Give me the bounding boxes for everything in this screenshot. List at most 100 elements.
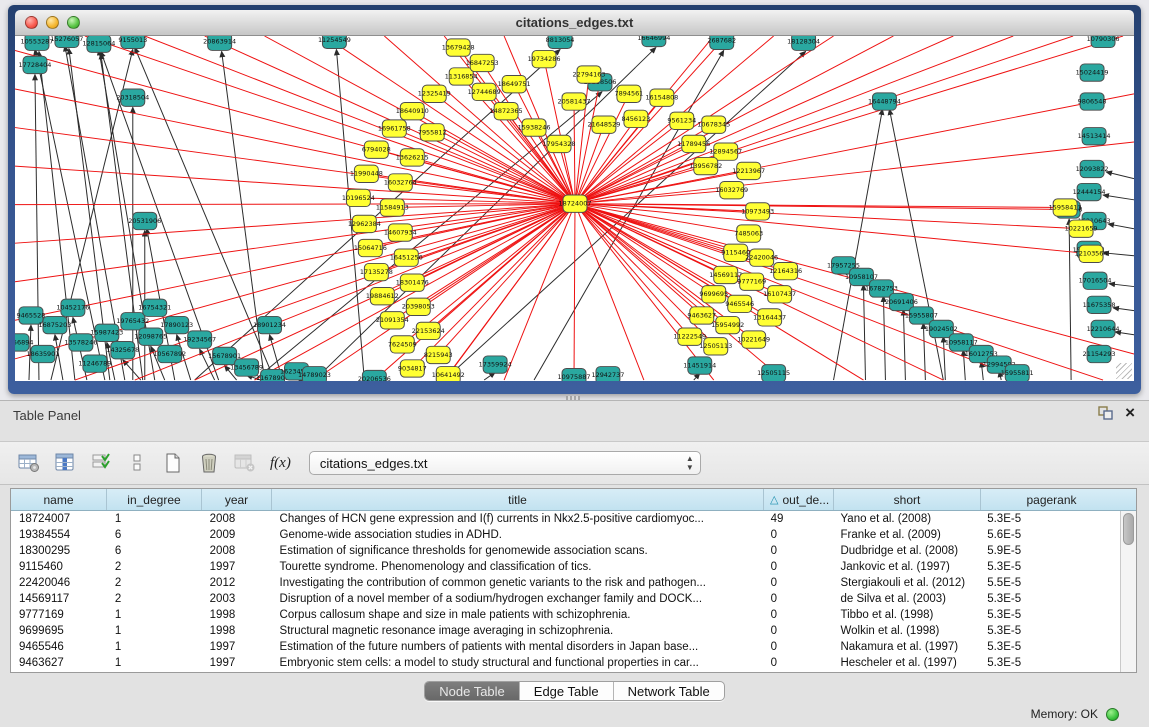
graph-node[interactable]: 12103564: [1075, 245, 1108, 262]
graph-node[interactable]: 15987423: [90, 324, 123, 341]
graph-node[interactable]: 16754321: [138, 299, 171, 316]
select-all-rows-icon[interactable]: [86, 449, 116, 477]
table-row[interactable]: 946362711997Embryonic stem cells: a mode…: [11, 655, 1120, 671]
graph-node[interactable]: 16154808: [645, 89, 678, 106]
graph-node[interactable]: 15064716: [354, 239, 387, 256]
graph-node[interactable]: 22153624: [412, 322, 445, 339]
graph-node[interactable]: 17890123: [160, 316, 193, 333]
graph-node[interactable]: 14325678: [106, 341, 139, 358]
window-titlebar[interactable]: citations_edges.txt: [15, 10, 1134, 36]
graph-node[interactable]: 15954992: [711, 316, 744, 333]
graph-node[interactable]: 7485063: [734, 225, 763, 242]
network-table-selector[interactable]: citations_edges.txt ▲▼: [309, 451, 701, 475]
network-canvas[interactable]: 1055328715276057128150649155013208639141…: [15, 36, 1134, 381]
graph-node[interactable]: 14607934: [384, 224, 417, 241]
graph-node[interactable]: 7624509: [388, 336, 417, 353]
graph-node[interactable]: 12744689: [468, 83, 501, 100]
graph-node[interactable]: 12444154: [1073, 183, 1106, 200]
minimize-window-button[interactable]: [46, 16, 59, 29]
graph-node[interactable]: 16448794: [868, 93, 901, 110]
graph-node[interactable]: 10678345: [697, 116, 730, 133]
graph-node[interactable]: 21648529: [587, 116, 620, 133]
graph-node[interactable]: 21154293: [1083, 345, 1116, 362]
graph-node[interactable]: 14872365: [490, 102, 523, 119]
graph-node[interactable]: 12093822: [1076, 160, 1109, 177]
graph-node[interactable]: 9777169: [737, 273, 766, 290]
table-settings-icon[interactable]: [14, 449, 44, 477]
graph-node[interactable]: 15276057: [50, 36, 83, 48]
graph-node[interactable]: 12213967: [732, 162, 765, 179]
column-header-short[interactable]: short: [834, 489, 981, 510]
graph-node[interactable]: 18635901: [26, 345, 59, 362]
graph-node[interactable]: 21091354: [376, 312, 409, 329]
graph-node[interactable]: 7955812: [418, 124, 447, 141]
scrollbar-thumb[interactable]: [1123, 513, 1134, 545]
graph-node[interactable]: 10641492: [432, 367, 465, 381]
graph-node[interactable]: 12098765: [134, 328, 167, 345]
resize-grip[interactable]: [1116, 363, 1132, 379]
graph-node[interactable]: 13626215: [396, 149, 429, 166]
column-header-year[interactable]: year: [202, 489, 272, 510]
graph-node[interactable]: 18724007: [559, 195, 592, 212]
graph-node[interactable]: 12325419: [418, 85, 451, 102]
graph-node[interactable]: 16032764: [384, 174, 417, 191]
graph-node[interactable]: 15938246: [518, 119, 551, 136]
graph-node[interactable]: 12962384: [348, 215, 381, 232]
table-row[interactable]: 1872400712008Changes of HCN gene express…: [11, 511, 1120, 527]
graph-node[interactable]: 10221659: [1065, 220, 1098, 237]
graph-node[interactable]: 20531906: [128, 212, 161, 229]
tab-edge-table[interactable]: Edge Table: [520, 682, 614, 700]
graph-node[interactable]: 10196524: [342, 189, 375, 206]
delete-table-icon[interactable]: [230, 449, 260, 477]
table-row[interactable]: 2242004622012Investigating the contribut…: [11, 575, 1120, 591]
graph-node[interactable]: 12505113: [699, 338, 732, 355]
graph-node[interactable]: 11990448: [350, 165, 383, 182]
graph-node[interactable]: 10452176: [56, 299, 89, 316]
table-row[interactable]: 1830029562008Estimation of significance …: [11, 543, 1120, 559]
graph-node[interactable]: 10790306: [1087, 36, 1120, 48]
table-row[interactable]: 977716911998Corpus callosum shape and si…: [11, 607, 1120, 623]
float-panel-icon[interactable]: [1098, 406, 1113, 420]
graph-node[interactable]: 11789456: [677, 135, 710, 152]
graph-node[interactable]: 20863914: [203, 36, 236, 50]
graph-node[interactable]: 19234567: [183, 331, 216, 348]
table-row[interactable]: 969969511998Structural magnetic resonanc…: [11, 623, 1120, 639]
column-header-out-degree[interactable]: △ out_de...: [764, 489, 834, 510]
graph-node[interactable]: 15955811: [1001, 365, 1034, 381]
graph-node[interactable]: 18901234: [253, 316, 286, 333]
graph-node[interactable]: 8215943: [424, 346, 453, 363]
graph-node[interactable]: 20581437: [558, 93, 591, 110]
column-header-pagerank[interactable]: pagerank: [981, 489, 1122, 510]
table-row[interactable]: 1456911722003Disruption of a novel membe…: [11, 591, 1120, 607]
table-row[interactable]: 1938455462009Genome-wide association stu…: [11, 527, 1120, 543]
new-document-icon[interactable]: [158, 449, 188, 477]
graph-node[interactable]: 20318504: [116, 89, 149, 106]
graph-node[interactable]: 12164316: [769, 262, 802, 279]
graph-node[interactable]: 17954328: [543, 135, 576, 152]
graph-node[interactable]: 9155013: [118, 36, 147, 49]
graph-node[interactable]: 11675358: [1083, 296, 1116, 313]
graph-node[interactable]: 12210644: [1087, 320, 1120, 337]
graph-node[interactable]: 19734286: [528, 50, 561, 67]
graph-node[interactable]: 10973493: [741, 203, 774, 220]
graph-node[interactable]: 10567892: [153, 345, 186, 362]
graph-node[interactable]: 9034817: [398, 360, 427, 377]
citation-network-graph[interactable]: 1055328715276057128150649155013208639141…: [15, 36, 1134, 381]
graph-node[interactable]: 18128304: [787, 36, 820, 50]
graph-node[interactable]: 16107437: [763, 286, 796, 303]
graph-node[interactable]: 17359924: [479, 356, 512, 373]
graph-node[interactable]: 8456123: [621, 110, 650, 127]
graph-node[interactable]: 8813054: [546, 36, 575, 49]
deselect-all-rows-icon[interactable]: [122, 449, 152, 477]
graph-node[interactable]: 11451914: [683, 357, 716, 374]
graph-node[interactable]: 12815064: [82, 36, 115, 52]
tab-network-table[interactable]: Network Table: [614, 682, 724, 700]
graph-node[interactable]: 9465546: [725, 295, 754, 312]
graph-node[interactable]: 10221649: [737, 331, 770, 348]
graph-node[interactable]: 16961758: [378, 120, 411, 137]
graph-node[interactable]: 18301476: [396, 274, 429, 291]
graph-node[interactable]: 12942737: [591, 367, 624, 381]
graph-node[interactable]: 9806548: [1078, 93, 1107, 110]
graph-node[interactable]: 22420046: [745, 249, 778, 266]
graph-node[interactable]: 14789023: [298, 367, 331, 381]
